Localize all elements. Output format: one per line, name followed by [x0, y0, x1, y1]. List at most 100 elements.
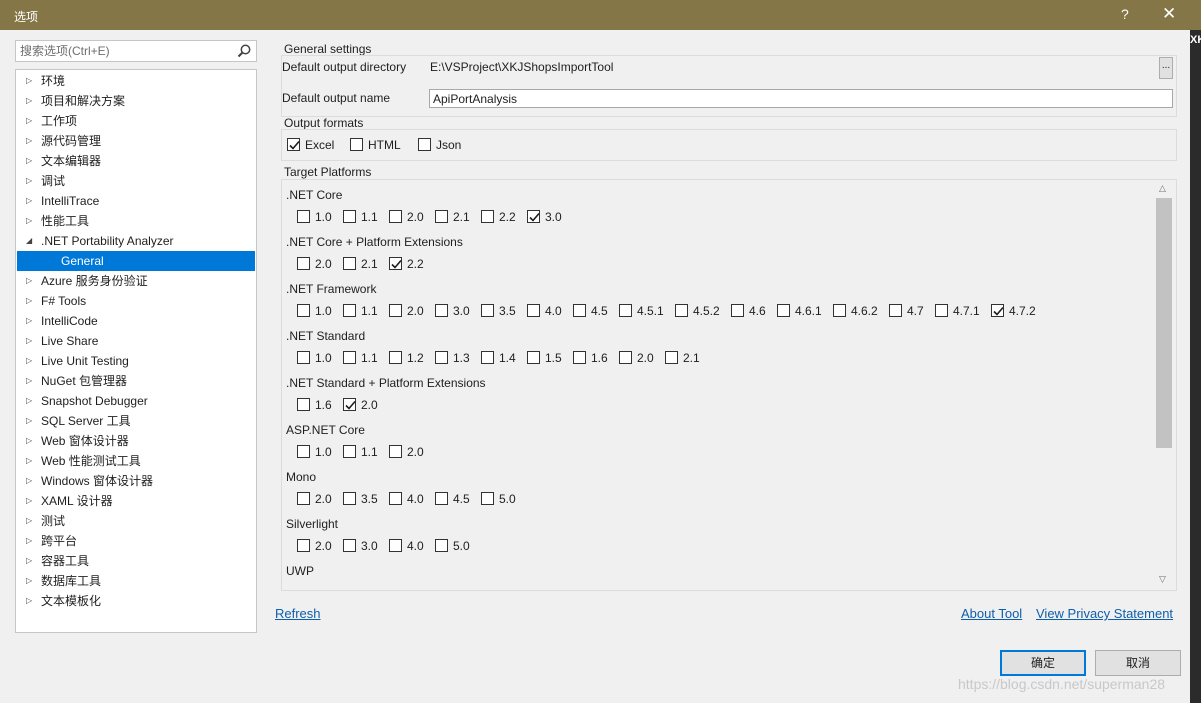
checkbox-unchecked-icon[interactable] — [619, 351, 632, 364]
collapsed-arrow-icon[interactable]: ▷ — [26, 71, 36, 91]
collapsed-arrow-icon[interactable]: ▷ — [26, 171, 36, 191]
checkbox-unchecked-icon[interactable] — [297, 445, 310, 458]
checkbox-unchecked-icon[interactable] — [573, 351, 586, 364]
checkbox-unchecked-icon[interactable] — [527, 304, 540, 317]
ok-button[interactable]: 确定 — [1000, 650, 1086, 676]
platforms-scrollbar[interactable]: △ ▽ — [1155, 180, 1173, 590]
collapsed-arrow-icon[interactable]: ▷ — [26, 191, 36, 211]
checkbox-unchecked-icon[interactable] — [777, 304, 790, 317]
tree-item[interactable]: ▷ Snapshot Debugger — [17, 391, 255, 411]
collapsed-arrow-icon[interactable]: ▷ — [26, 331, 36, 351]
tree-item[interactable]: ▷ Web 窗体设计器 — [17, 431, 255, 451]
tree-item[interactable]: ▷ 源代码管理 — [17, 131, 255, 151]
about-tool-link[interactable]: About Tool — [961, 606, 1022, 621]
collapsed-arrow-icon[interactable]: ▷ — [26, 531, 36, 551]
checkbox-checked-icon[interactable] — [287, 138, 300, 151]
privacy-statement-link[interactable]: View Privacy Statement — [1036, 606, 1173, 621]
collapsed-arrow-icon[interactable]: ▷ — [26, 391, 36, 411]
checkbox-unchecked-icon[interactable] — [297, 539, 310, 552]
checkbox-unchecked-icon[interactable] — [527, 351, 540, 364]
expanded-arrow-icon[interactable]: ◢ — [26, 231, 36, 251]
checkbox-unchecked-icon[interactable] — [435, 210, 448, 223]
tree-item[interactable]: ▷ 环境 — [17, 71, 255, 91]
checkbox-unchecked-icon[interactable] — [481, 304, 494, 317]
output-name-input[interactable] — [429, 89, 1173, 108]
checkbox-unchecked-icon[interactable] — [435, 539, 448, 552]
tree-item[interactable]: ▷ F# Tools — [17, 291, 255, 311]
checkbox-unchecked-icon[interactable] — [343, 210, 356, 223]
checkbox-unchecked-icon[interactable] — [389, 445, 402, 458]
checkbox-unchecked-icon[interactable] — [889, 304, 902, 317]
checkbox-unchecked-icon[interactable] — [389, 210, 402, 223]
checkbox-unchecked-icon[interactable] — [435, 351, 448, 364]
tree-item[interactable]: ▷ Live Unit Testing — [17, 351, 255, 371]
checkbox-unchecked-icon[interactable] — [389, 492, 402, 505]
checkbox-unchecked-icon[interactable] — [619, 304, 632, 317]
checkbox-unchecked-icon[interactable] — [481, 210, 494, 223]
collapsed-arrow-icon[interactable]: ▷ — [26, 451, 36, 471]
checkbox-unchecked-icon[interactable] — [297, 351, 310, 364]
tree-item[interactable]: ▷ 项目和解决方案 — [17, 91, 255, 111]
checkbox-unchecked-icon[interactable] — [343, 539, 356, 552]
search-input[interactable] — [16, 41, 234, 61]
collapsed-arrow-icon[interactable]: ▷ — [26, 491, 36, 511]
collapsed-arrow-icon[interactable]: ▷ — [26, 411, 36, 431]
tree-item[interactable]: ▷ 容器工具 — [17, 551, 255, 571]
collapsed-arrow-icon[interactable]: ▷ — [26, 511, 36, 531]
scroll-thumb[interactable] — [1156, 198, 1172, 448]
help-button[interactable]: ? — [1121, 6, 1129, 22]
tree-item[interactable]: ▷ 跨平台 — [17, 531, 255, 551]
tree-item[interactable]: ▷ 文本模板化 — [17, 591, 255, 611]
tree-item[interactable]: ▷ IntelliTrace — [17, 191, 255, 211]
browse-button[interactable]: ... — [1159, 57, 1173, 79]
checkbox-unchecked-icon[interactable] — [297, 398, 310, 411]
checkbox-unchecked-icon[interactable] — [481, 492, 494, 505]
collapsed-arrow-icon[interactable]: ▷ — [26, 151, 36, 171]
checkbox-unchecked-icon[interactable] — [389, 539, 402, 552]
tree-item[interactable]: ▷ 调试 — [17, 171, 255, 191]
checkbox-unchecked-icon[interactable] — [297, 304, 310, 317]
checkbox-unchecked-icon[interactable] — [297, 492, 310, 505]
tree-item[interactable]: ◢ .NET Portability Analyzer — [17, 231, 255, 251]
checkbox-unchecked-icon[interactable] — [343, 257, 356, 270]
tree-item[interactable]: ▷ Azure 服务身份验证 — [17, 271, 255, 291]
collapsed-arrow-icon[interactable]: ▷ — [26, 371, 36, 391]
collapsed-arrow-icon[interactable]: ▷ — [26, 591, 36, 611]
checkbox-unchecked-icon[interactable] — [675, 304, 688, 317]
checkbox-unchecked-icon[interactable] — [731, 304, 744, 317]
collapsed-arrow-icon[interactable]: ▷ — [26, 551, 36, 571]
collapsed-arrow-icon[interactable]: ▷ — [26, 271, 36, 291]
checkbox-unchecked-icon[interactable] — [833, 304, 846, 317]
checkbox-checked-icon[interactable] — [343, 398, 356, 411]
cancel-button[interactable]: 取消 — [1095, 650, 1181, 676]
tree-item[interactable]: ▷ 文本编辑器 — [17, 151, 255, 171]
checkbox-unchecked-icon[interactable] — [435, 492, 448, 505]
checkbox-unchecked-icon[interactable] — [297, 210, 310, 223]
checkbox-unchecked-icon[interactable] — [343, 445, 356, 458]
collapsed-arrow-icon[interactable]: ▷ — [26, 471, 36, 491]
collapsed-arrow-icon[interactable]: ▷ — [26, 351, 36, 371]
collapsed-arrow-icon[interactable]: ▷ — [26, 91, 36, 111]
checkbox-unchecked-icon[interactable] — [573, 304, 586, 317]
collapsed-arrow-icon[interactable]: ▷ — [26, 131, 36, 151]
collapsed-arrow-icon[interactable]: ▷ — [26, 311, 36, 331]
collapsed-arrow-icon[interactable]: ▷ — [26, 211, 36, 231]
checkbox-unchecked-icon[interactable] — [297, 257, 310, 270]
checkbox-checked-icon[interactable] — [389, 257, 402, 270]
checkbox-unchecked-icon[interactable] — [935, 304, 948, 317]
tree-item[interactable]: ▷ Windows 窗体设计器 — [17, 471, 255, 491]
checkbox-unchecked-icon[interactable] — [389, 304, 402, 317]
collapsed-arrow-icon[interactable]: ▷ — [26, 111, 36, 131]
collapsed-arrow-icon[interactable]: ▷ — [26, 431, 36, 451]
checkbox-checked-icon[interactable] — [991, 304, 1004, 317]
checkbox-checked-icon[interactable] — [527, 210, 540, 223]
tree-item[interactable]: ▷ 工作项 — [17, 111, 255, 131]
tree-item[interactable]: ▷ Web 性能测试工具 — [17, 451, 255, 471]
scroll-up-icon[interactable]: △ — [1159, 183, 1166, 194]
tree-item[interactable]: ▷ 性能工具 — [17, 211, 255, 231]
tree-item[interactable]: ▷ NuGet 包管理器 — [17, 371, 255, 391]
tree-item[interactable]: ▷ IntelliCode — [17, 311, 255, 331]
collapsed-arrow-icon[interactable]: ▷ — [26, 571, 36, 591]
collapsed-arrow-icon[interactable]: ▷ — [26, 291, 36, 311]
scroll-down-icon[interactable]: ▽ — [1159, 574, 1166, 585]
